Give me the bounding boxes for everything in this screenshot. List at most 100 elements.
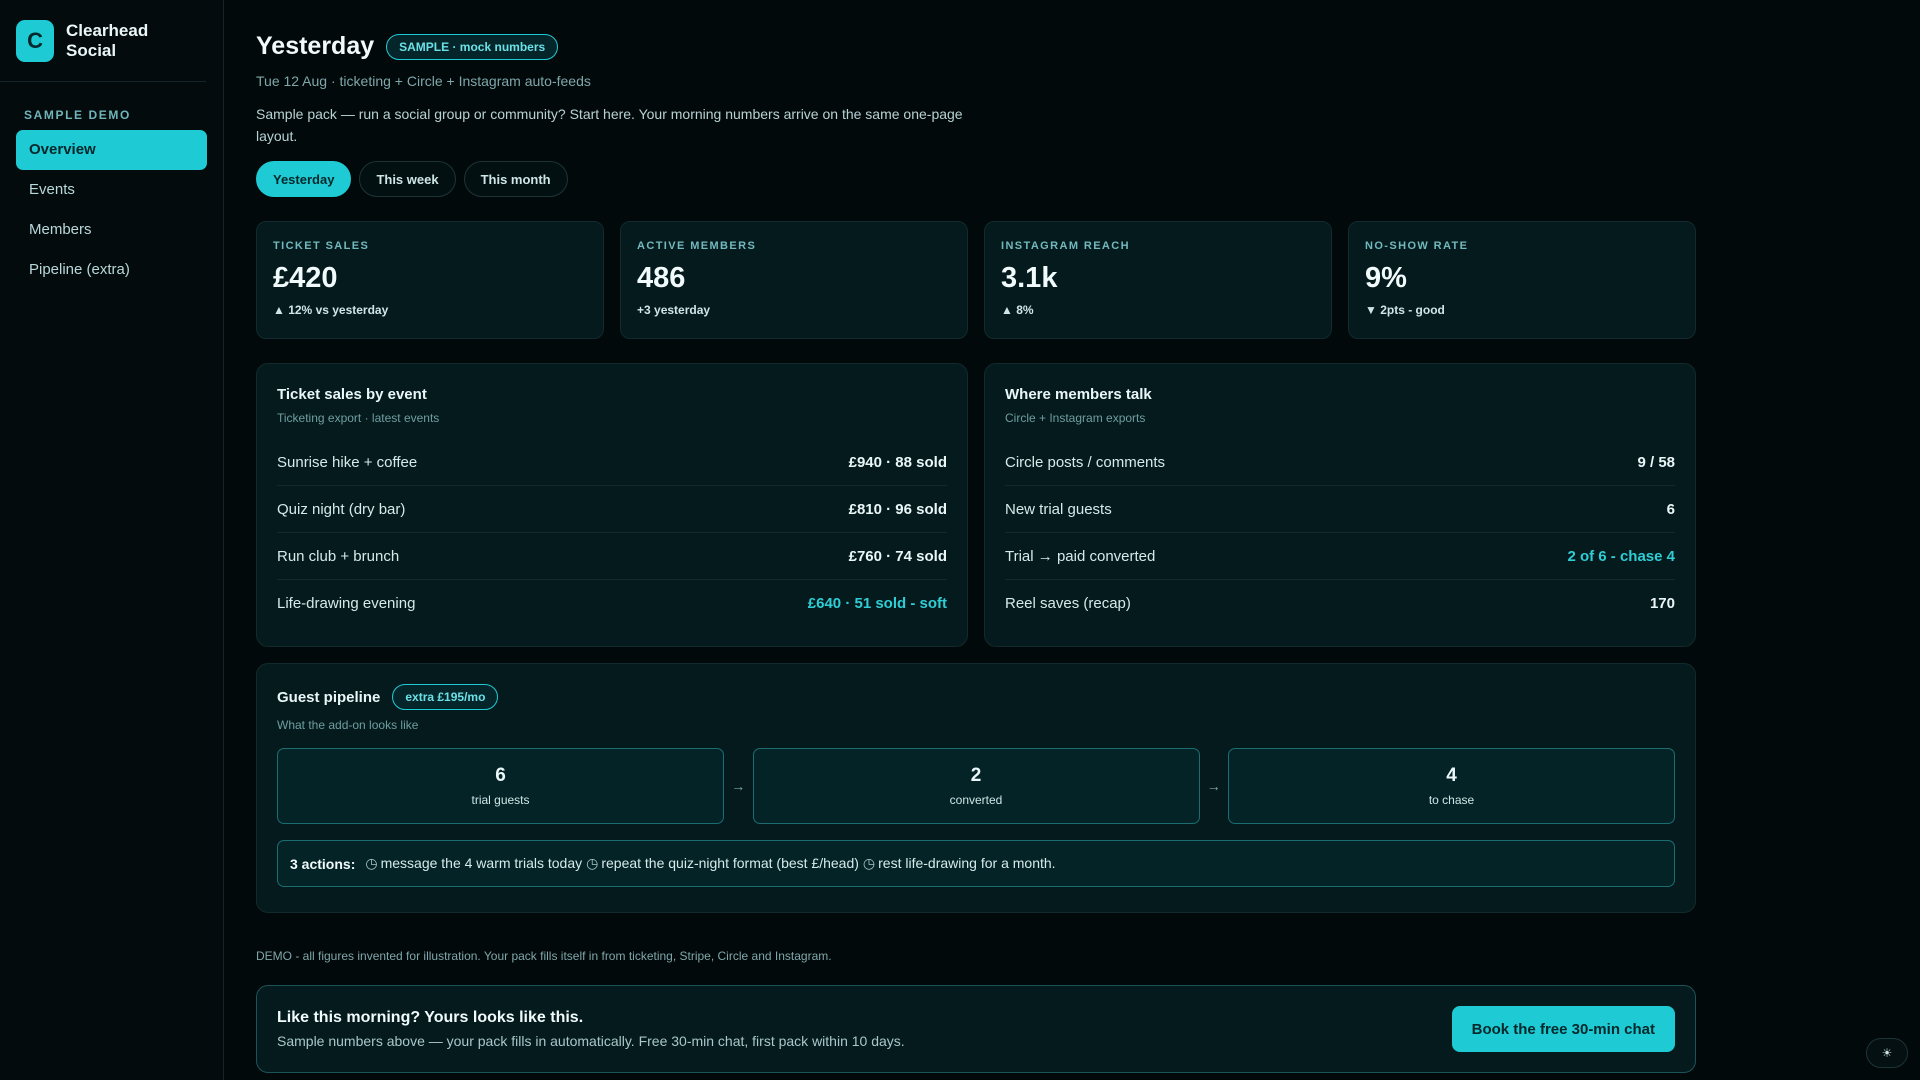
list-item: Reel saves (recap) 170 (1005, 580, 1675, 627)
kpi-value: 486 (637, 262, 686, 294)
period-tabs: Yesterday This week This month (256, 161, 1696, 197)
action-item: ◷ rest life-drawing for a month. (863, 855, 1056, 872)
pipeline-header: Guest pipeline extra £195/mo (277, 684, 1675, 710)
title-row: Yesterday SAMPLE · mock numbers (256, 32, 1696, 61)
card-rows: Circle posts / comments 9 / 58 New trial… (1005, 439, 1675, 627)
page-title: Yesterday (256, 32, 375, 60)
kpi-delta: ▲ 8% (1001, 303, 1034, 317)
tab-this-month[interactable]: This month (463, 161, 568, 197)
kpi-ticket-sales: TICKET SALES £420 ▲ 12% vs yesterday (256, 221, 604, 339)
row-value: £640 · 51 sold - soft (807, 595, 947, 612)
cta-subtitle: Sample numbers above — your pack fills i… (277, 1033, 905, 1049)
guest-pipeline-card: Guest pipeline extra £195/mo What the ad… (256, 663, 1696, 913)
kpi-no-show-rate: NO-SHOW RATE 9% ▼ 2pts - good (1348, 221, 1696, 339)
card-title: Where members talk (1005, 386, 1152, 403)
stage-converted: 2 converted (752, 748, 1200, 824)
stage-count: 2 (970, 765, 982, 786)
card-rows: Sunrise hike + coffee £940 · 88 sold Qui… (277, 439, 947, 627)
row-label: Life-drawing evening (277, 595, 416, 612)
brand-logo: C (16, 19, 55, 62)
row-value: £810 · 96 sold (848, 500, 947, 518)
list-item: Run club + brunch £760 · 74 sold (277, 533, 947, 580)
tab-yesterday[interactable]: Yesterday (256, 161, 352, 197)
stage-count: 6 (495, 765, 506, 786)
row-value: 170 (1649, 595, 1675, 612)
ticket-sales-card: Ticket sales by event Ticketing export ·… (256, 363, 968, 647)
row-label: Trial → paid converted (1005, 547, 1156, 565)
stage-to-chase: 4 to chase (1228, 748, 1675, 824)
kpi-label: ACTIVE MEMBERS (637, 240, 757, 252)
kpi-instagram-reach: INSTAGRAM REACH 3.1k ▲ 8% (984, 221, 1332, 339)
row-value: 9 / 58 (1637, 453, 1675, 471)
kpi-label: NO-SHOW RATE (1365, 240, 1469, 252)
kpi-row: TICKET SALES £420 ▲ 12% vs yesterday ACT… (256, 221, 1696, 339)
arrow-right-icon: → (731, 778, 746, 794)
stage-label: converted (949, 793, 1003, 807)
kpi-label: TICKET SALES (273, 240, 370, 252)
list-item: Sunrise hike + coffee £940 · 88 sold (277, 439, 947, 486)
clock-icon: ◷ (862, 855, 876, 871)
kpi-value: 3.1k (1001, 262, 1058, 294)
action-text: message the 4 warm trials today (380, 855, 583, 871)
row-label: Circle posts / comments (1005, 453, 1166, 471)
sidebar-item-overview[interactable]: Overview (16, 130, 207, 170)
where-members-talk-card: Where members talk Circle + Instagram ex… (984, 363, 1696, 647)
kpi-delta: ▲ 12% vs yesterday (273, 303, 389, 317)
sidebar: C Clearhead Social SAMPLE DEMO Overview … (0, 0, 224, 1080)
sidebar-item-members[interactable]: Members (16, 210, 207, 250)
kpi-delta: ▼ 2pts - good (1365, 303, 1445, 317)
tab-this-week[interactable]: This week (359, 161, 456, 197)
book-chat-button[interactable]: Book the free 30-min chat (1451, 1006, 1675, 1052)
actions-lead: 3 actions: (290, 855, 356, 872)
extra-price-badge: extra £195/mo (392, 684, 499, 710)
detail-cards: Ticket sales by event Ticketing export ·… (256, 363, 1696, 647)
row-value: 2 of 6 - chase 4 (1567, 547, 1675, 565)
kpi-delta: +3 yesterday (637, 303, 711, 317)
card-subtitle: What the add-on looks like (277, 718, 419, 732)
sidebar-nav: SAMPLE DEMO Overview Events Members Pipe… (0, 82, 223, 290)
list-item: Life-drawing evening £640 · 51 sold - so… (277, 580, 947, 627)
action-item: ◷ repeat the quiz-night format (best £/he… (586, 855, 859, 872)
kpi-value: £420 (273, 262, 338, 294)
row-value: £760 · 74 sold (848, 547, 947, 565)
brand[interactable]: C Clearhead Social (0, 0, 206, 82)
cta-banner: Like this morning? Yours looks like this… (256, 985, 1696, 1073)
cta-text: Like this morning? Yours looks like this… (277, 1009, 905, 1049)
stage-label: to chase (1428, 793, 1475, 807)
action-text: repeat the quiz-night format (best £/hea… (601, 855, 859, 871)
stage-trial-guests: 6 trial guests (277, 748, 724, 824)
page-subtitle: Tue 12 Aug · ticketing + Circle + Instag… (256, 73, 591, 89)
clock-icon: ◷ (586, 855, 599, 871)
list-item: Circle posts / comments 9 / 58 (1005, 439, 1675, 486)
row-label: Sunrise hike + coffee (277, 453, 418, 471)
kpi-label: INSTAGRAM REACH (1001, 240, 1130, 252)
clock-icon: ◷ (365, 855, 378, 871)
brand-name: Clearhead Social (66, 20, 149, 60)
row-label: Quiz night (dry bar) (277, 500, 406, 518)
action-item: ◷ message the 4 warm trials today (365, 855, 582, 872)
card-title: Ticket sales by event (277, 386, 427, 403)
intro-text: Sample pack — run a social group or comm… (256, 106, 963, 144)
list-item: Trial → paid converted 2 of 6 - chase 4 (1005, 533, 1675, 580)
card-subtitle: Circle + Instagram exports (1005, 411, 1146, 425)
row-label: Reel saves (recap) (1005, 595, 1131, 612)
list-item: Quiz night (dry bar) £810 · 96 sold (277, 486, 947, 533)
demo-disclaimer: DEMO - all figures invented for illustra… (256, 949, 832, 963)
sidebar-item-events[interactable]: Events (16, 170, 207, 210)
card-title: Guest pipeline (277, 688, 381, 706)
card-subtitle: Ticketing export · latest events (277, 411, 440, 425)
kpi-value: 9% (1365, 262, 1407, 294)
action-text: rest life-drawing for a month. (878, 855, 1056, 871)
actions-bar: 3 actions: ◷ message the 4 warm trials to… (277, 840, 1675, 887)
stage-count: 4 (1446, 765, 1457, 786)
row-value: 6 (1666, 500, 1675, 518)
list-item: New trial guests 6 (1005, 486, 1675, 533)
sidebar-item-pipeline[interactable]: Pipeline (extra) (16, 250, 207, 290)
cta-title: Like this morning? Yours looks like this… (277, 1009, 584, 1026)
row-label: New trial guests (1005, 500, 1112, 518)
kpi-active-members: ACTIVE MEMBERS 486 +3 yesterday (620, 221, 968, 339)
theme-toggle-button[interactable]: ☀ (1866, 1038, 1908, 1068)
sample-badge: SAMPLE · mock numbers (386, 33, 559, 60)
stage-label: trial guests (471, 793, 530, 807)
sidebar-heading: SAMPLE DEMO (24, 108, 131, 122)
